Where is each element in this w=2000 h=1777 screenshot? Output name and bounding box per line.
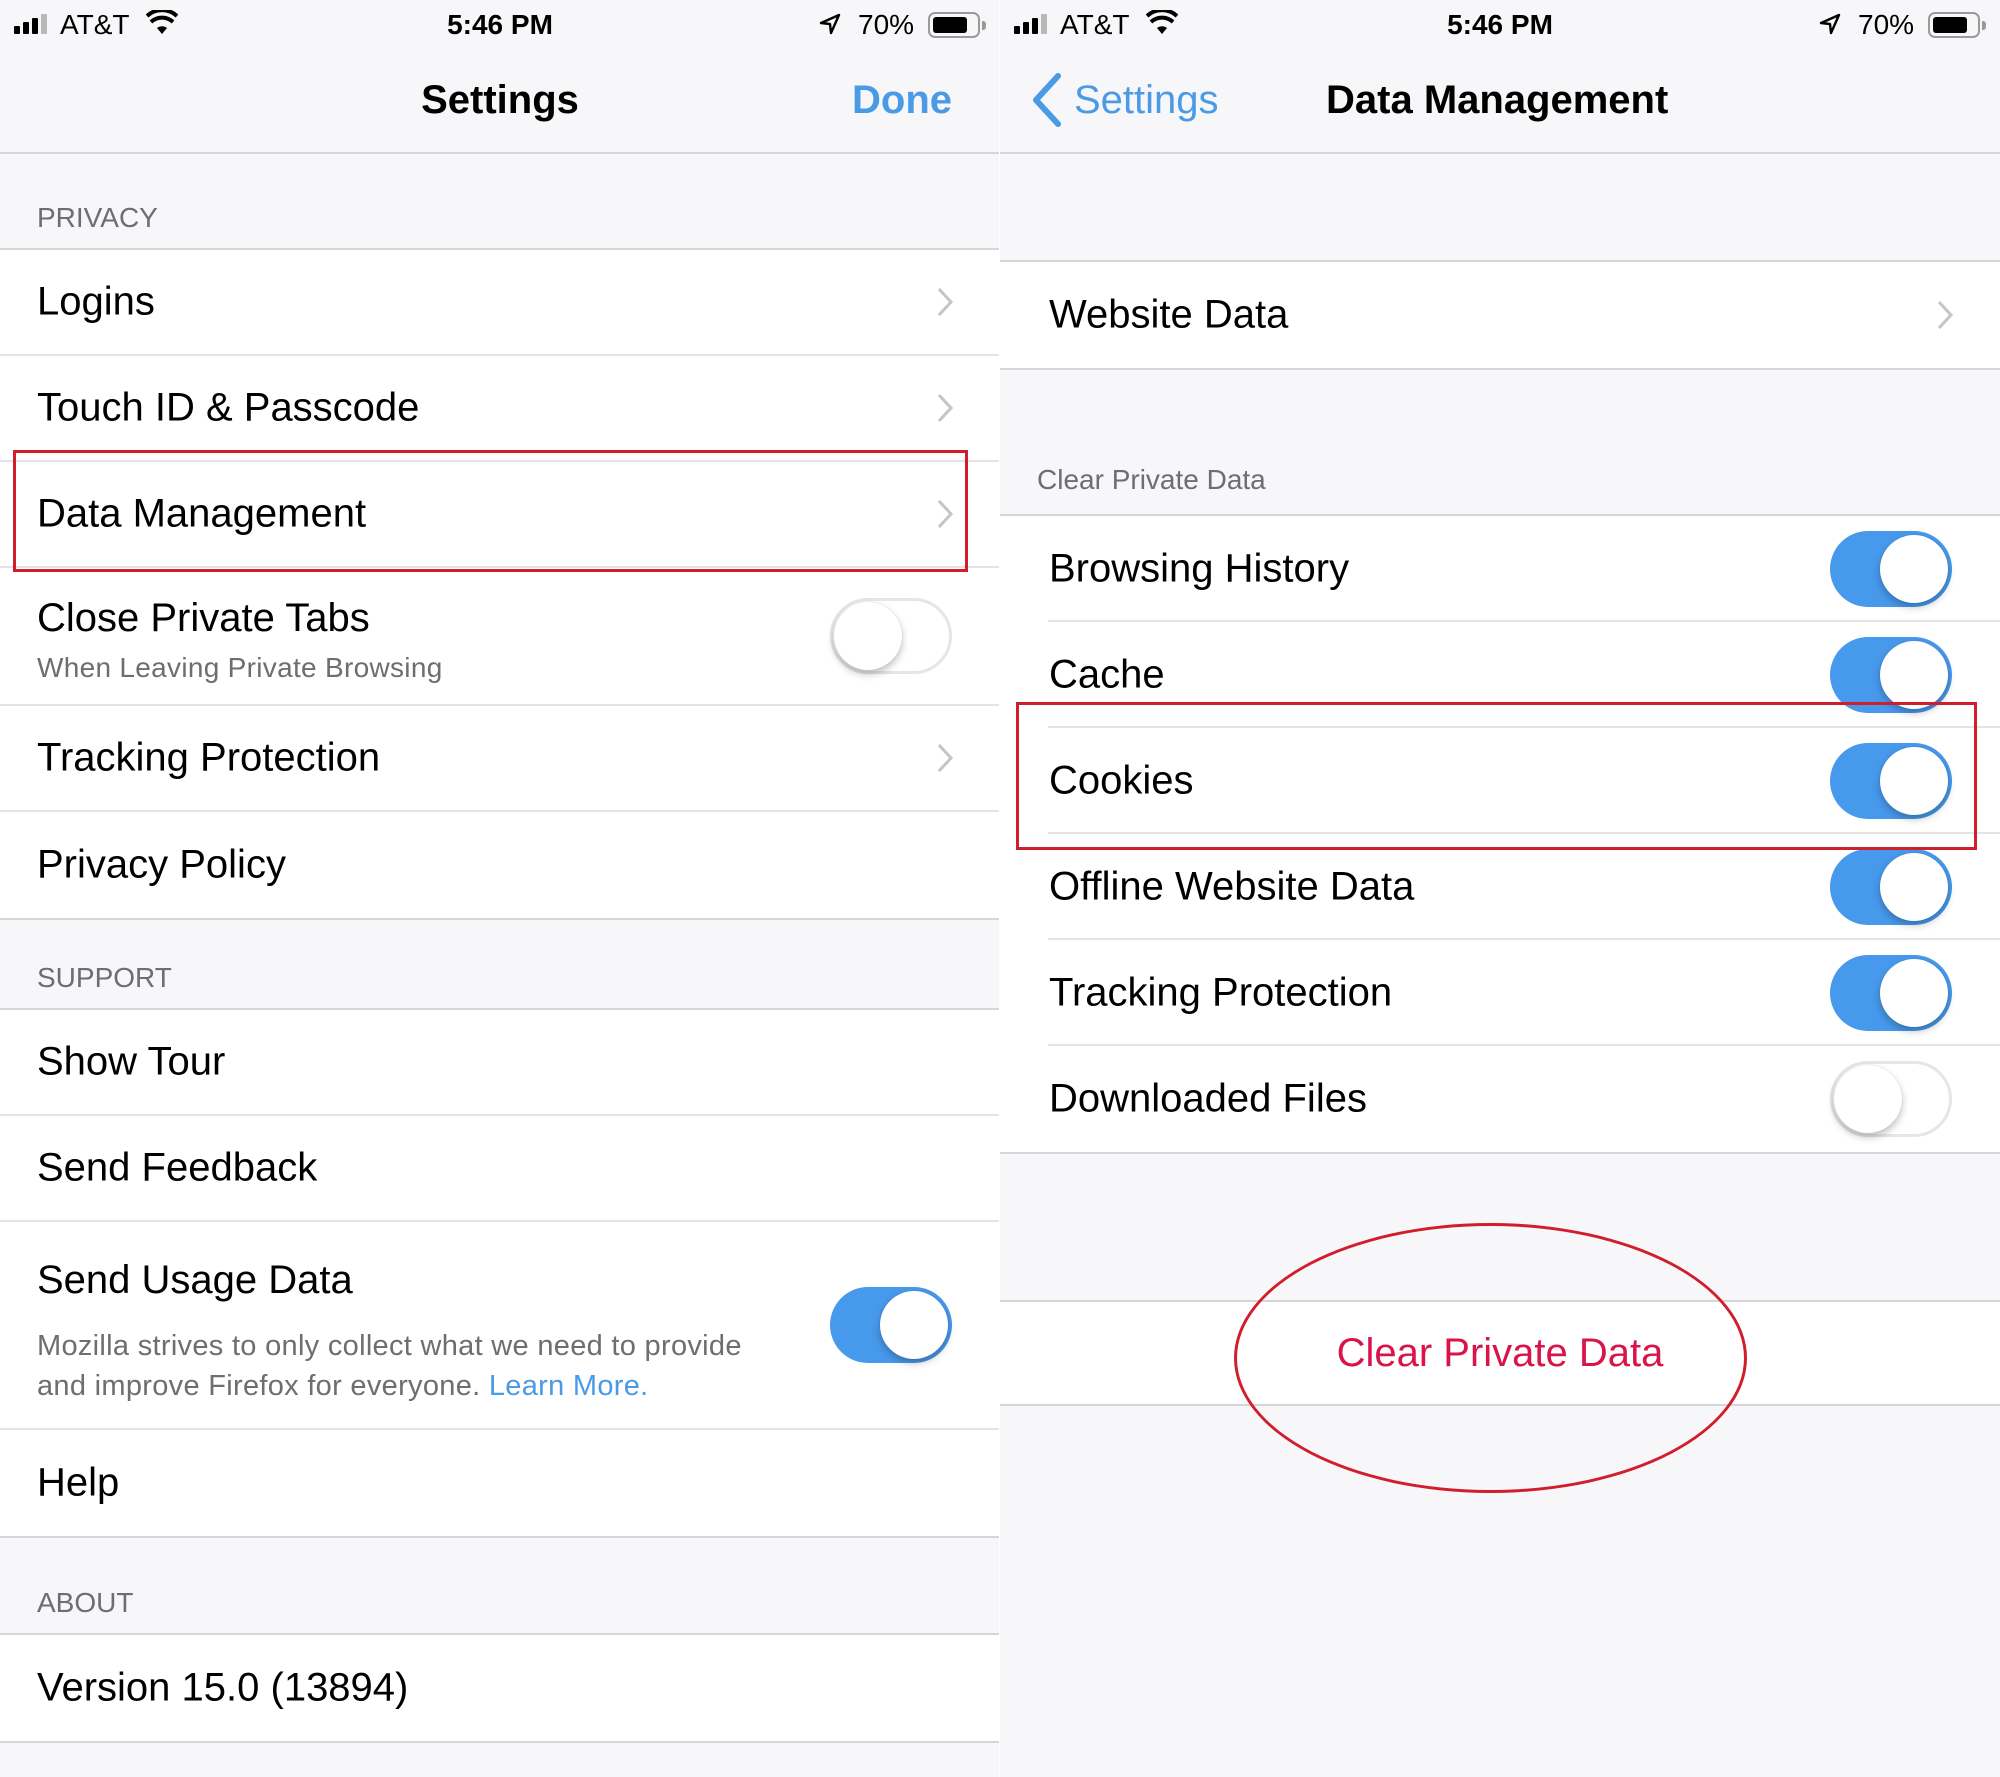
close-private-tabs-toggle[interactable] bbox=[830, 598, 952, 674]
location-arrow-icon bbox=[1819, 13, 1841, 35]
row-send-feedback[interactable]: Send Feedback bbox=[0, 1116, 1000, 1222]
send-usage-data-toggle[interactable] bbox=[830, 1287, 952, 1363]
row-offline-website-data: Offline Website Data bbox=[1000, 834, 2000, 940]
clock: 5:46 PM bbox=[447, 9, 553, 40]
status-bar: AT&T 5:46 PM 70% bbox=[1000, 0, 2000, 52]
section-header-about: ABOUT bbox=[37, 1587, 134, 1618]
tracking-protection-toggle[interactable] bbox=[1830, 955, 1952, 1031]
section-header-support: SUPPORT bbox=[37, 962, 172, 993]
done-button[interactable]: Done bbox=[852, 78, 952, 123]
row-tracking-protection: Tracking Protection bbox=[1000, 940, 2000, 1046]
row-label: Privacy Policy bbox=[37, 842, 286, 887]
row-show-tour[interactable]: Show Tour bbox=[0, 1010, 1000, 1116]
row-privacy-policy[interactable]: Privacy Policy bbox=[0, 812, 1000, 918]
support-group: Show Tour Send Feedback Send Usage Data … bbox=[0, 1008, 1000, 1538]
chevron-right-icon bbox=[1937, 300, 1954, 330]
section-header-privacy: PRIVACY bbox=[37, 202, 158, 233]
clear-private-data-label: Clear Private Data bbox=[1336, 1330, 1664, 1375]
clear-private-data-group: Browsing History Cache Cookies Offline W… bbox=[1000, 514, 2000, 1154]
row-label: Touch ID & Passcode bbox=[37, 385, 420, 430]
section-header-clear-private-data: Clear Private Data bbox=[1037, 464, 1266, 495]
toggle-knob bbox=[834, 602, 902, 670]
row-sublabel: When Leaving Private Browsing bbox=[37, 652, 443, 683]
row-label: Data Management bbox=[37, 491, 367, 536]
row-data-management[interactable]: Data Management bbox=[0, 462, 1000, 568]
page-title: Data Management bbox=[1326, 78, 1669, 122]
battery-percent: 70% bbox=[1858, 9, 1915, 40]
row-send-usage-data: Send Usage Data Mozilla strives to only … bbox=[0, 1222, 1000, 1430]
row-logins[interactable]: Logins bbox=[0, 250, 1000, 356]
chevron-right-icon bbox=[937, 287, 954, 317]
toggle-knob bbox=[1880, 853, 1948, 921]
row-label: Send Feedback bbox=[37, 1145, 318, 1190]
website-data-group: Website Data bbox=[1000, 260, 2000, 370]
page-title: Settings bbox=[421, 78, 579, 122]
version-label: Version 15.0 (13894) bbox=[37, 1665, 409, 1710]
toggle-knob bbox=[1880, 959, 1948, 1027]
row-label: Browsing History bbox=[1049, 546, 1350, 591]
status-bar: AT&T 5:46 PM 70% bbox=[0, 0, 1000, 52]
chevron-right-icon bbox=[937, 743, 954, 773]
toggle-knob bbox=[1880, 747, 1948, 815]
battery-percent: 70% bbox=[858, 9, 915, 40]
row-label: Cookies bbox=[1049, 758, 1194, 803]
chevron-right-icon bbox=[937, 499, 954, 529]
settings-screen: AT&T 5:46 PM 70% Settings Done PRIVACY L… bbox=[0, 0, 1000, 1777]
row-label: Help bbox=[37, 1460, 120, 1505]
row-label: Close Private Tabs bbox=[37, 596, 370, 640]
downloaded-files-toggle[interactable] bbox=[1830, 1061, 1952, 1137]
row-website-data[interactable]: Website Data bbox=[1000, 262, 2000, 368]
row-downloaded-files: Downloaded Files bbox=[1000, 1046, 2000, 1152]
row-label: Tracking Protection bbox=[1049, 970, 1393, 1015]
chevron-right-icon bbox=[937, 393, 954, 423]
row-version: Version 15.0 (13894) bbox=[0, 1635, 1000, 1741]
learn-more-link[interactable]: Learn More. bbox=[489, 1370, 649, 1402]
row-label: Cache bbox=[1049, 652, 1165, 697]
toggle-knob bbox=[1834, 1065, 1902, 1133]
nav-bar: Settings Data Management bbox=[1000, 52, 2000, 154]
browsing-history-toggle[interactable] bbox=[1830, 531, 1952, 607]
row-cookies: Cookies bbox=[1000, 728, 2000, 834]
clear-private-data-button[interactable]: Clear Private Data bbox=[1000, 1300, 2000, 1406]
cache-toggle[interactable] bbox=[1830, 637, 1952, 713]
clock: 5:46 PM bbox=[1447, 9, 1553, 40]
row-browsing-history: Browsing History bbox=[1000, 516, 2000, 622]
row-sublabel: Mozilla strives to only collect what we … bbox=[37, 1326, 797, 1406]
battery-icon bbox=[1928, 12, 1986, 38]
row-label: Website Data bbox=[1049, 292, 1289, 337]
privacy-group: Logins Touch ID & Passcode Data Manageme… bbox=[0, 248, 1000, 920]
row-help[interactable]: Help bbox=[0, 1430, 1000, 1536]
toggle-knob bbox=[880, 1291, 948, 1359]
about-group: Version 15.0 (13894) bbox=[0, 1633, 1000, 1743]
row-cache: Cache bbox=[1000, 622, 2000, 728]
row-label: Show Tour bbox=[37, 1039, 226, 1084]
cookies-toggle[interactable] bbox=[1830, 743, 1952, 819]
toggle-knob bbox=[1880, 535, 1948, 603]
toggle-knob bbox=[1880, 641, 1948, 709]
row-touch-id-passcode[interactable]: Touch ID & Passcode bbox=[0, 356, 1000, 462]
battery-icon bbox=[928, 12, 986, 38]
row-label: Tracking Protection bbox=[37, 735, 381, 780]
location-arrow-icon bbox=[819, 13, 841, 35]
row-label: Downloaded Files bbox=[1049, 1076, 1367, 1121]
row-label: Offline Website Data bbox=[1049, 864, 1415, 909]
row-close-private-tabs: Close Private Tabs When Leaving Private … bbox=[0, 568, 1000, 706]
row-label: Send Usage Data bbox=[37, 1258, 353, 1302]
data-management-screen: AT&T 5:46 PM 70% Settings Data Managemen… bbox=[1000, 0, 2000, 1777]
row-tracking-protection[interactable]: Tracking Protection bbox=[0, 706, 1000, 812]
offline-website-data-toggle[interactable] bbox=[1830, 849, 1952, 925]
row-label: Logins bbox=[37, 279, 155, 324]
nav-bar: Settings Done bbox=[0, 52, 1000, 154]
